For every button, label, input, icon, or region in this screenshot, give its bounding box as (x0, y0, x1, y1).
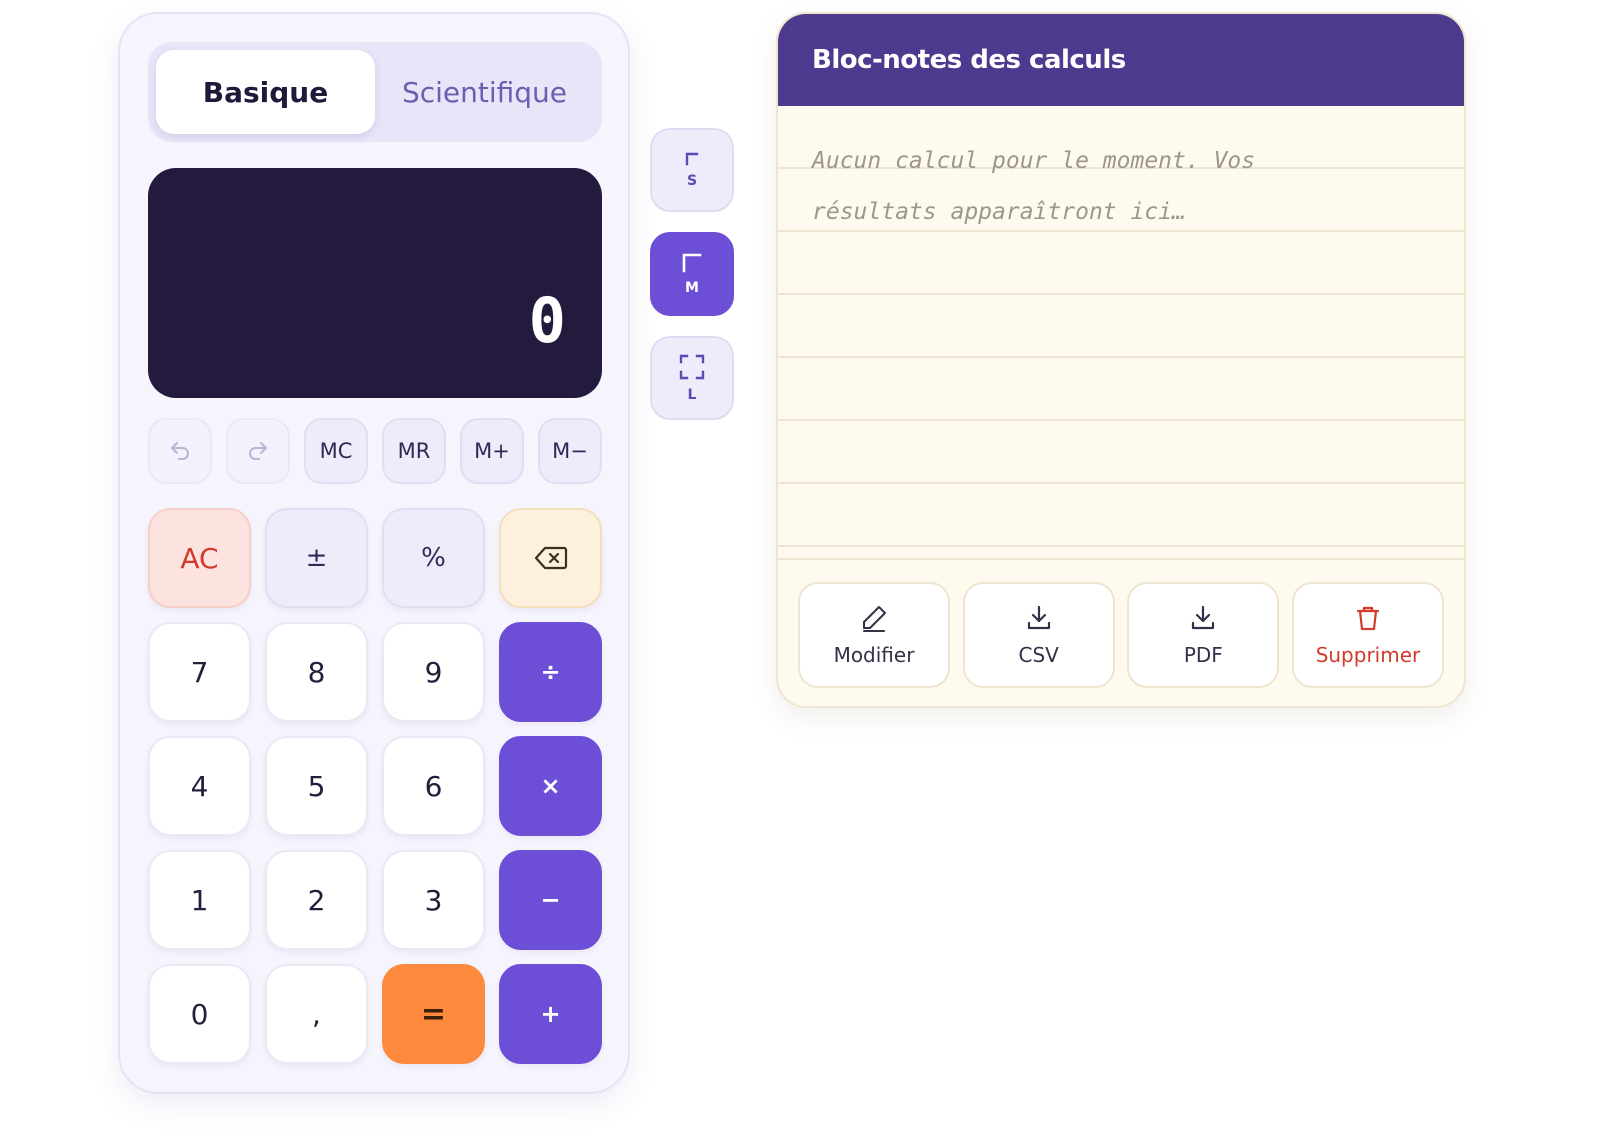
percent-button[interactable]: % (382, 508, 485, 608)
undo-button[interactable] (148, 418, 212, 484)
digit-8-button[interactable]: 8 (265, 622, 368, 722)
minus-button[interactable]: − (499, 850, 602, 950)
notepad: Bloc-notes des calculs Aucun calcul pour… (776, 12, 1466, 708)
size-medium-button[interactable]: M (650, 232, 734, 316)
keypad: AC ± % 7 8 9 ÷ 4 5 6 × 1 2 3 − 0 , = + (148, 508, 602, 1064)
export-pdf-button[interactable]: PDF (1127, 582, 1280, 688)
size-large-button[interactable]: L (650, 336, 734, 420)
expand-icon (679, 354, 705, 380)
calculator-display: 0 (148, 168, 602, 398)
backspace-icon (534, 546, 567, 570)
digit-9-button[interactable]: 9 (382, 622, 485, 722)
trash-icon (1356, 606, 1380, 631)
mode-toggle: Basique Scientifique (148, 42, 602, 142)
corner-small-icon (685, 152, 699, 166)
memory-recall-button[interactable]: MR (382, 418, 446, 484)
multiply-button[interactable]: × (499, 736, 602, 836)
memory-add-button[interactable]: M+ (460, 418, 524, 484)
export-csv-button[interactable]: CSV (962, 582, 1115, 688)
calculator: Basique Scientifique 0 MC MR M+ M− AC ± … (118, 12, 630, 1094)
pencil-icon (863, 606, 886, 632)
memory-clear-button[interactable]: MC (304, 418, 368, 484)
redo-icon (249, 442, 267, 460)
notepad-body[interactable]: Aucun calcul pour le moment. Vos résulta… (778, 106, 1464, 558)
export-pdf-label: PDF (1183, 643, 1223, 667)
digit-1-button[interactable]: 1 (148, 850, 251, 950)
notepad-actions: Modifier CSV PDF Supprimer (778, 558, 1464, 706)
download-icon (1192, 605, 1215, 630)
export-csv-label: CSV (1018, 643, 1059, 667)
sign-toggle-button[interactable]: ± (265, 508, 368, 608)
download-icon (1027, 605, 1050, 630)
notepad-placeholder: Aucun calcul pour le moment. Vos résulta… (812, 148, 1256, 225)
digit-3-button[interactable]: 3 (382, 850, 485, 950)
memory-row: MC MR M+ M− (148, 418, 602, 484)
delete-button-label: Supprimer (1315, 643, 1421, 667)
equals-button[interactable]: = (382, 964, 485, 1064)
undo-icon (171, 442, 189, 460)
size-small-label: S (686, 173, 698, 189)
digit-7-button[interactable]: 7 (148, 622, 251, 722)
divide-button[interactable]: ÷ (499, 622, 602, 722)
edit-button[interactable]: Modifier (798, 582, 950, 688)
digit-2-button[interactable]: 2 (265, 850, 368, 950)
notepad-header: Bloc-notes des calculs (778, 14, 1464, 106)
size-small-button[interactable]: S (650, 128, 734, 212)
digit-0-button[interactable]: 0 (148, 964, 251, 1064)
size-selector: S M L (650, 128, 734, 440)
backspace-button[interactable] (499, 508, 602, 608)
digit-6-button[interactable]: 6 (382, 736, 485, 836)
digit-4-button[interactable]: 4 (148, 736, 251, 836)
redo-button[interactable] (226, 418, 290, 484)
digit-5-button[interactable]: 5 (265, 736, 368, 836)
delete-button[interactable]: Supprimer (1291, 582, 1444, 688)
corner-medium-icon (682, 253, 702, 273)
plus-button[interactable]: + (499, 964, 602, 1064)
display-value: 0 (528, 284, 566, 357)
edit-button-label: Modifier (833, 643, 915, 667)
tab-basique[interactable]: Basique (156, 50, 375, 134)
size-large-label: L (687, 387, 697, 403)
decimal-button[interactable]: , (265, 964, 368, 1064)
tab-scientifique[interactable]: Scientifique (375, 50, 594, 134)
notepad-title: Bloc-notes des calculs (812, 45, 1126, 75)
memory-subtract-button[interactable]: M− (538, 418, 602, 484)
clear-button[interactable]: AC (148, 508, 251, 608)
size-medium-label: M (685, 280, 699, 296)
